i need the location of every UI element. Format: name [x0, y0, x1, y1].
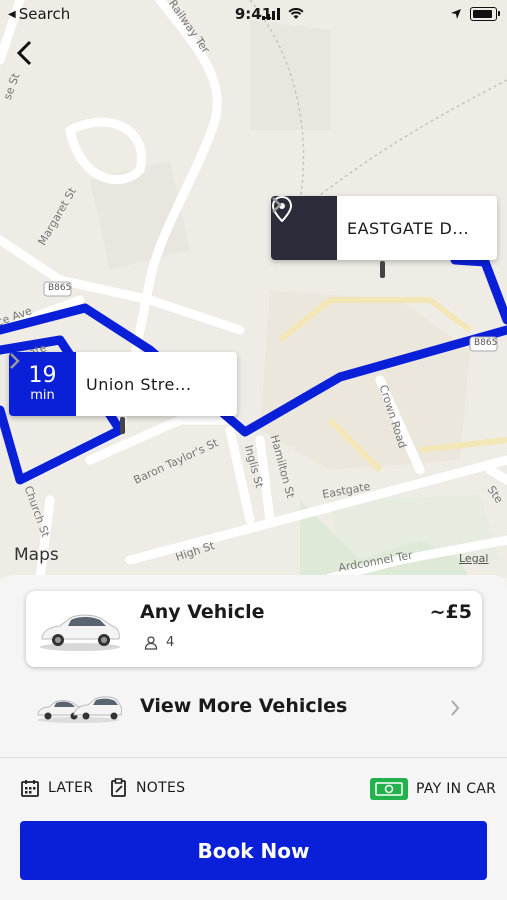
route-map[interactable]: Railway Ter Margaret St B865 B865 ce Ave… [0, 0, 507, 578]
pickup-label: Union Stre... [86, 374, 192, 394]
destination-pin-stem [380, 261, 385, 278]
seat-count: 4 [166, 635, 175, 650]
view-more-vehicles-row[interactable]: View More Vehicles [26, 685, 482, 731]
car-icon [40, 614, 120, 651]
notes-icon [111, 778, 126, 797]
later-option[interactable]: LATER [20, 778, 93, 798]
legal-link[interactable]: Legal [459, 552, 488, 565]
destination-label: EASTGATE D... [347, 218, 467, 238]
book-now-button[interactable]: Book Now [20, 821, 487, 880]
map-canvas [0, 0, 507, 578]
later-label: LATER [48, 780, 94, 796]
view-more-label: View More Vehicles [140, 695, 348, 717]
back-button[interactable] [12, 38, 40, 68]
wifi-icon [288, 8, 304, 19]
chevron-left-icon [16, 40, 32, 66]
divider [0, 757, 507, 758]
notes-label: NOTES [136, 780, 186, 796]
road-label: B865 [474, 338, 498, 348]
cars-icon [37, 696, 122, 723]
location-arrow-icon [451, 9, 461, 19]
payment-label: PAY IN CAR [416, 781, 497, 797]
notes-option[interactable]: NOTES [110, 778, 185, 798]
vehicle-seats: 4 [144, 635, 174, 650]
status-bar: ◀ Search 9:41 [0, 0, 507, 28]
destination-callout[interactable]: EASTGATE D... [271, 196, 497, 260]
chevron-right-icon [451, 700, 460, 716]
apple-maps-logo: Maps [14, 545, 59, 565]
maps-brand-label: Maps [14, 545, 59, 565]
calendar-icon [21, 780, 39, 797]
signal-icon [262, 8, 280, 20]
eta-minutes: 19 [28, 363, 57, 388]
pickup-pin-stem [120, 417, 125, 434]
pickup-callout[interactable]: 19 min Union Stre... [9, 352, 237, 416]
eta-unit: min [30, 388, 55, 403]
vehicle-option-any[interactable]: Any Vehicle ~£5 4 [26, 591, 482, 667]
person-icon [144, 635, 158, 650]
payment-option[interactable]: PAY IN CAR [370, 778, 496, 800]
road-label: B865 [48, 283, 72, 293]
battery-icon [470, 7, 500, 21]
cash-icon [370, 778, 408, 800]
status-icons [262, 7, 500, 21]
vehicle-price: ~£5 [429, 601, 472, 623]
vehicle-name: Any Vehicle [140, 601, 265, 623]
chevron-right-icon [10, 352, 237, 416]
chevron-right-icon [272, 196, 497, 260]
